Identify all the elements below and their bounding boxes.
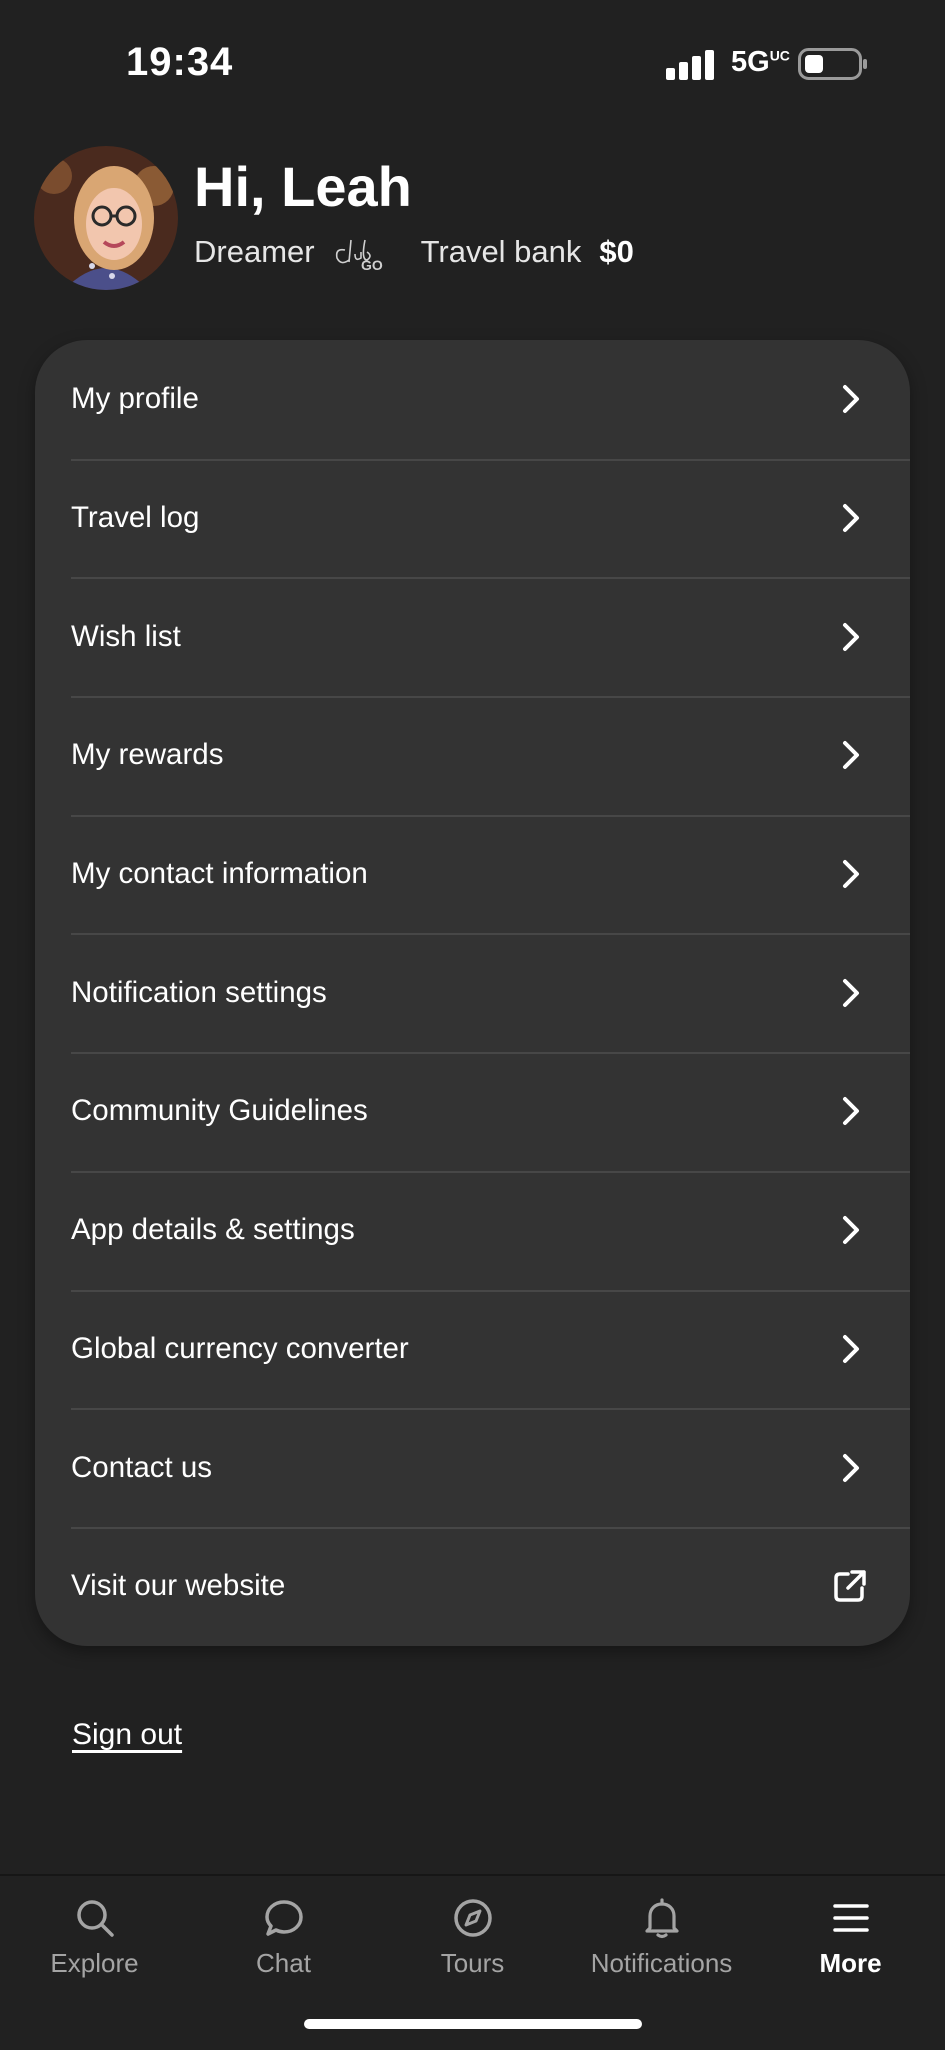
external-link-icon [834,1570,866,1602]
club-go-logo: GO [335,239,383,272]
menu-item-label: Global currency converter [71,1331,409,1365]
tab-explore[interactable]: Explore [0,1894,189,1979]
status-time: 19:34 [126,40,234,84]
network-type: 5GUC [731,46,790,78]
menu-item-currency-converter[interactable]: Global currency converter [35,1289,910,1409]
menu-item-label: Visit our website [71,1569,286,1603]
chat-bubble-icon [264,1900,303,1936]
tab-label: Tours [440,1948,505,1978]
chevron-right-icon [843,1453,859,1482]
menu-item-label: Contact us [71,1450,213,1484]
menu-item-label: Travel log [71,501,200,535]
chevron-right-icon [843,978,859,1007]
signal-icon [666,50,714,80]
menu-item-label: My contact information [71,857,368,891]
tier-label: Dreamer [194,234,315,269]
tab-chat[interactable]: Chat [189,1894,378,1979]
menu-item-community-guidelines[interactable]: Community Guidelines [35,1052,910,1171]
compass-icon [453,1899,492,1937]
chevron-right-icon [843,741,859,770]
menu-item-label: App details & settings [71,1213,355,1247]
battery-icon [798,48,867,80]
bell-icon [644,1898,679,1939]
sign-out-link[interactable]: Sign out [72,1718,182,1752]
menu-item-app-details[interactable]: App details & settings [35,1170,910,1290]
menu-item-label: Community Guidelines [71,1094,368,1128]
membership-row: Dreamer GO Travel bank $0 [194,232,634,272]
menu-item-label: Notification settings [71,975,327,1009]
chevron-right-icon [843,860,859,889]
menu-item-label: My profile [71,382,199,416]
tab-label: Notifications [590,1948,733,1978]
chevron-right-icon [843,385,859,414]
menu-item-visit-website[interactable]: Visit our website [35,1526,910,1646]
travel-bank-value: $0 [599,234,634,269]
menu-item-travel-log[interactable]: Travel log [35,458,910,578]
menu-item-my-rewards[interactable]: My rewards [35,696,910,815]
svg-text:GO: GO [361,257,383,272]
menu-item-contact-us[interactable]: Contact us [35,1408,910,1527]
menu-item-notification-settings[interactable]: Notification settings [35,933,910,1052]
chevron-right-icon [843,1216,859,1245]
home-indicator[interactable] [304,2019,642,2029]
account-menu: My profile Travel log Wish list My rewar… [35,340,910,1646]
chevron-right-icon [843,622,859,651]
menu-item-my-profile[interactable]: My profile [35,340,910,459]
menu-item-contact-information[interactable]: My contact information [35,814,910,934]
status-bar: 19:34 5GUC [0,0,945,120]
chevron-right-icon [843,504,859,533]
tab-label: More [819,1948,882,1978]
menu-item-wish-list[interactable]: Wish list [35,577,910,696]
chevron-right-icon [843,1097,859,1126]
tab-label: Chat [256,1948,311,1978]
chevron-right-icon [843,1334,859,1363]
menu-item-label: Wish list [71,619,181,653]
avatar[interactable] [34,146,178,290]
tab-more[interactable]: More [756,1894,945,1979]
tab-label: Explore [50,1948,139,1978]
travel-bank-label: Travel bank [420,234,582,269]
profile-header: Hi, Leah Dreamer GO Travel bank $0 [34,146,914,292]
tab-tours[interactable]: Tours [378,1894,567,1979]
menu-icon [832,1904,869,1932]
search-icon [76,1900,114,1937]
menu-item-label: My rewards [71,738,224,772]
greeting: Hi, Leah [194,155,412,218]
tab-notifications[interactable]: Notifications [567,1894,756,1979]
